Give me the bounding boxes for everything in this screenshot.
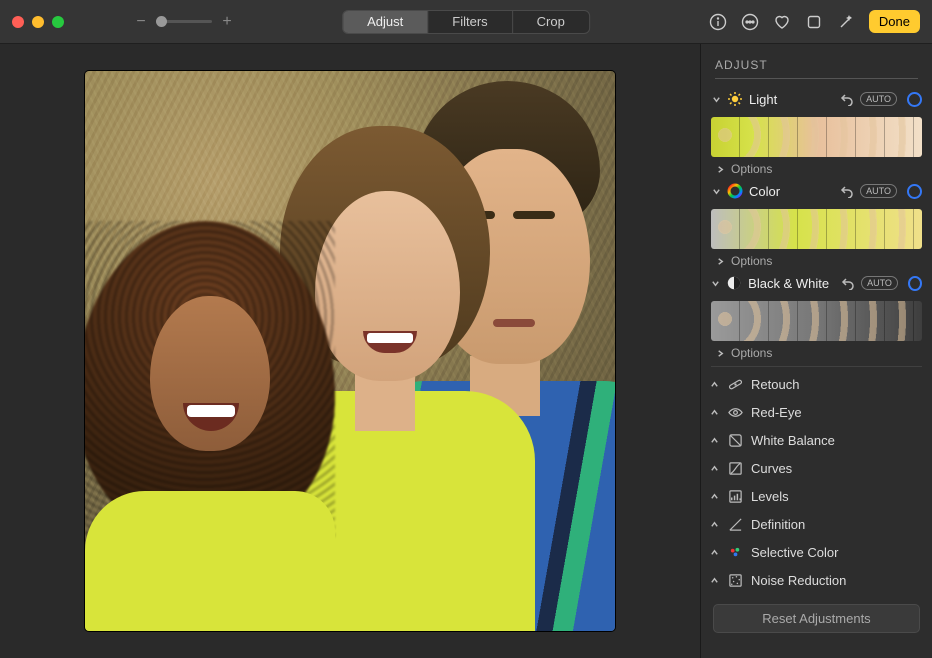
section-color-label: Color [749, 184, 780, 199]
color-thumbstrip[interactable] [711, 209, 922, 249]
window-controls [12, 16, 64, 28]
row-noise-reduction[interactable]: Noise Reduction [701, 566, 932, 594]
chevron-right-icon [709, 575, 719, 585]
chevron-right-icon [709, 407, 719, 417]
row-curves[interactable]: Curves [701, 454, 932, 482]
titlebar-right: Done [709, 0, 920, 43]
panel-title: ADJUST [701, 54, 932, 78]
light-thumbstrip[interactable] [711, 117, 922, 157]
bandage-icon [727, 376, 743, 392]
selective-color-icon [727, 544, 743, 560]
bw-options-toggle[interactable]: Options [711, 343, 922, 363]
row-label: Noise Reduction [751, 573, 846, 588]
row-label: Retouch [751, 377, 799, 392]
row-red-eye[interactable]: Red-Eye [701, 398, 932, 426]
chevron-down-icon [711, 278, 720, 288]
bw-thumbstrip[interactable] [711, 301, 922, 341]
section-color: Color AUTO Options [701, 179, 932, 271]
chevron-right-icon [715, 256, 725, 266]
definition-icon [727, 516, 743, 532]
row-label: Selective Color [751, 545, 838, 560]
chevron-down-icon [711, 94, 721, 104]
row-levels[interactable]: Levels [701, 482, 932, 510]
chevron-right-icon [715, 164, 725, 174]
row-label: Curves [751, 461, 792, 476]
row-retouch[interactable]: Retouch [701, 370, 932, 398]
divider [711, 366, 922, 367]
row-selective-color[interactable]: Selective Color [701, 538, 932, 566]
section-bw: Black & White AUTO Options [701, 271, 932, 363]
enable-ring[interactable] [908, 276, 922, 291]
auto-button[interactable]: AUTO [861, 276, 898, 290]
minimize-window-button[interactable] [32, 16, 44, 28]
chevron-right-icon [715, 348, 725, 358]
black-white-icon [726, 275, 742, 291]
noise-icon [727, 572, 743, 588]
enable-ring[interactable] [907, 184, 922, 199]
auto-enhance-icon[interactable] [837, 13, 855, 31]
color-icon [727, 183, 743, 199]
photo-canvas[interactable] [85, 71, 615, 631]
light-options-toggle[interactable]: Options [711, 159, 922, 179]
titlebar: − + Adjust Filters Crop Done [0, 0, 932, 44]
section-color-header[interactable]: Color AUTO [711, 179, 922, 203]
options-label: Options [731, 162, 772, 176]
auto-button[interactable]: AUTO [860, 184, 897, 198]
chevron-right-icon [709, 519, 719, 529]
undo-icon[interactable] [840, 184, 854, 198]
section-bw-label: Black & White [748, 276, 829, 291]
info-icon[interactable] [709, 13, 727, 31]
section-light-header[interactable]: Light AUTO [711, 87, 922, 111]
reset-row: Reset Adjustments [701, 594, 932, 647]
zoom-in-button[interactable]: + [220, 14, 234, 30]
section-light: Light AUTO Options [701, 87, 932, 179]
divider [715, 78, 918, 79]
fullscreen-window-button[interactable] [52, 16, 64, 28]
adjust-sidebar: ADJUST Light AUTO Options Col [700, 44, 932, 658]
undo-icon[interactable] [840, 92, 854, 106]
tab-adjust[interactable]: Adjust [343, 11, 428, 33]
levels-icon [727, 488, 743, 504]
zoom-out-button[interactable]: − [134, 14, 148, 30]
undo-icon[interactable] [841, 276, 855, 290]
reset-adjustments-button[interactable]: Reset Adjustments [713, 604, 920, 633]
tab-filters[interactable]: Filters [428, 11, 512, 33]
crop-frame-icon[interactable] [805, 13, 823, 31]
auto-button[interactable]: AUTO [860, 92, 897, 106]
white-balance-icon [727, 432, 743, 448]
chevron-right-icon [709, 463, 719, 473]
row-label: Definition [751, 517, 805, 532]
favorite-icon[interactable] [773, 13, 791, 31]
more-icon[interactable] [741, 13, 759, 31]
section-light-label: Light [749, 92, 777, 107]
options-label: Options [731, 346, 772, 360]
light-icon [727, 91, 743, 107]
options-label: Options [731, 254, 772, 268]
curves-icon [727, 460, 743, 476]
mode-tabs: Adjust Filters Crop [342, 10, 590, 34]
row-label: White Balance [751, 433, 835, 448]
section-bw-header[interactable]: Black & White AUTO [711, 271, 922, 295]
chevron-right-icon [709, 379, 719, 389]
done-button[interactable]: Done [869, 10, 920, 33]
zoom-slider[interactable] [156, 20, 212, 23]
editor-canvas-area [0, 44, 700, 658]
color-options-toggle[interactable]: Options [711, 251, 922, 271]
tab-crop[interactable]: Crop [513, 11, 589, 33]
eye-icon [727, 404, 743, 420]
row-white-balance[interactable]: White Balance [701, 426, 932, 454]
chevron-down-icon [711, 186, 721, 196]
row-definition[interactable]: Definition [701, 510, 932, 538]
row-label: Levels [751, 489, 789, 504]
chevron-right-icon [709, 491, 719, 501]
row-label: Red-Eye [751, 405, 802, 420]
close-window-button[interactable] [12, 16, 24, 28]
enable-ring[interactable] [907, 92, 922, 107]
chevron-right-icon [709, 547, 719, 557]
zoom-slider-group: − + [134, 14, 234, 30]
chevron-right-icon [709, 435, 719, 445]
